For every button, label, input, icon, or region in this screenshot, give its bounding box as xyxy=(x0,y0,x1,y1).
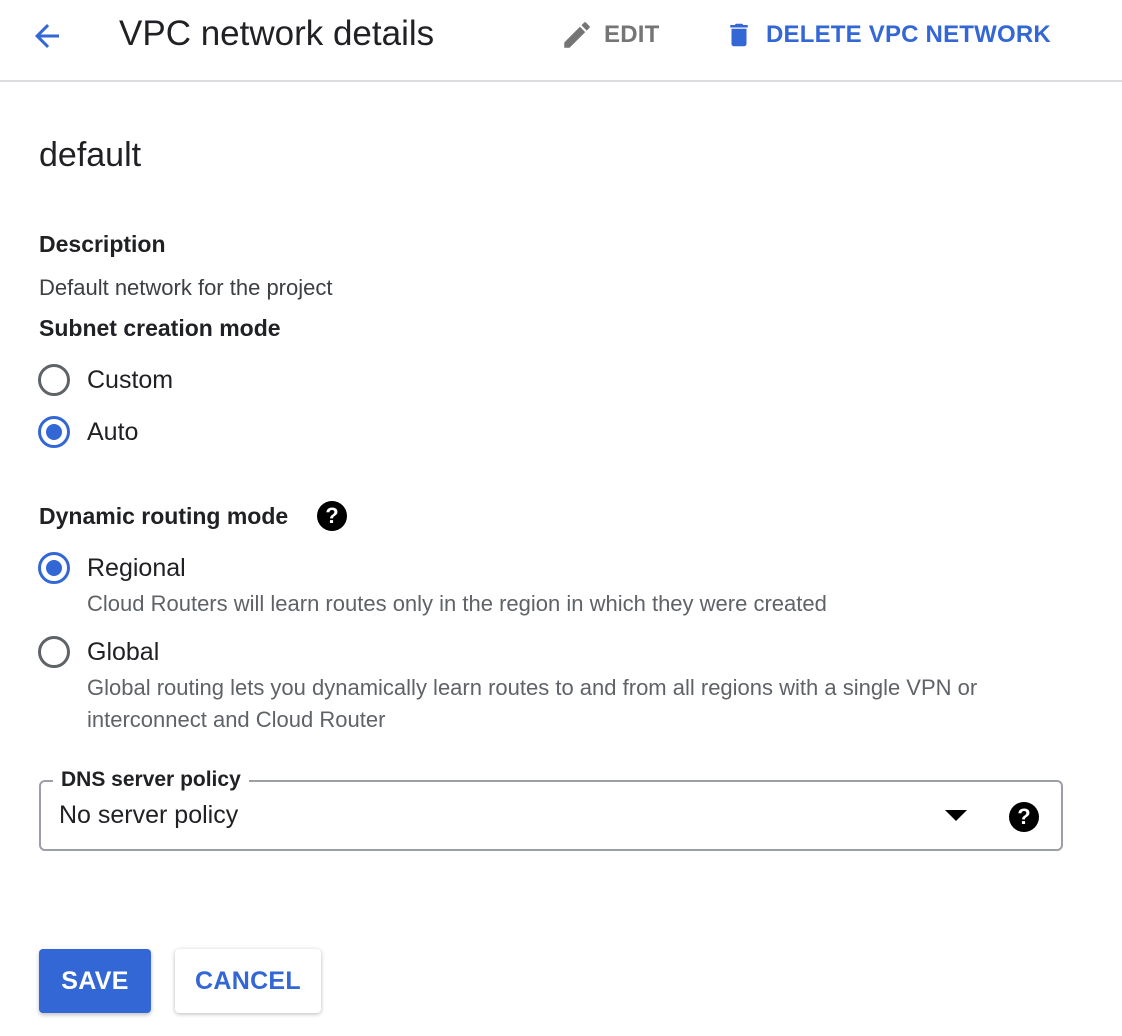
radio-button-custom[interactable] xyxy=(38,364,70,396)
description-value: Default network for the project xyxy=(39,275,333,300)
routing-mode-label: Dynamic routing mode xyxy=(39,503,289,529)
radio-regional[interactable]: Regional xyxy=(38,552,186,584)
radio-button-auto[interactable] xyxy=(38,416,70,448)
dns-server-policy-value: No server policy xyxy=(59,801,239,829)
radio-label-global: Global xyxy=(87,638,160,666)
arrow-back-icon xyxy=(35,24,59,48)
radio-custom[interactable]: Custom xyxy=(38,364,173,396)
cancel-button[interactable]: CANCEL xyxy=(175,949,321,1013)
edit-button-label: EDIT xyxy=(604,21,660,48)
dns-server-policy-select[interactable]: DNS server policy No server policy ? xyxy=(39,766,1063,851)
delete-button-label: DELETE VPC NETWORK xyxy=(766,21,1051,48)
back-button[interactable] xyxy=(26,16,68,56)
edit-button[interactable]: EDIT xyxy=(560,14,659,56)
delete-vpc-network-button[interactable]: DELETE VPC NETWORK xyxy=(724,14,1051,56)
pencil-icon xyxy=(564,22,590,48)
trash-icon xyxy=(730,23,748,47)
subnet-mode-label: Subnet creation mode xyxy=(39,315,281,341)
global-help-text: Global routing lets you dynamically lear… xyxy=(87,675,978,732)
description-label: Description xyxy=(39,231,166,257)
radio-label-custom: Custom xyxy=(87,366,174,394)
regional-help-text: Cloud Routers will learn routes only in … xyxy=(87,591,827,616)
dns-policy-help-icon[interactable]: ? xyxy=(1009,802,1039,832)
radio-auto[interactable]: Auto xyxy=(38,416,138,448)
caret-down-icon[interactable] xyxy=(945,810,967,821)
network-name: default xyxy=(39,136,142,174)
radio-button-regional[interactable] xyxy=(38,552,70,584)
page-title: VPC network details xyxy=(119,14,435,53)
save-button[interactable]: SAVE xyxy=(39,949,151,1013)
radio-label-regional: Regional xyxy=(87,554,186,582)
page-header: VPC network details EDIT DELETE VPC NETW… xyxy=(0,0,1122,82)
dns-server-policy-label: DNS server policy xyxy=(53,766,249,794)
radio-button-global[interactable] xyxy=(38,636,70,668)
radio-global[interactable]: Global xyxy=(38,636,159,668)
routing-mode-help-icon[interactable]: ? xyxy=(317,501,347,531)
radio-label-auto: Auto xyxy=(87,418,139,446)
